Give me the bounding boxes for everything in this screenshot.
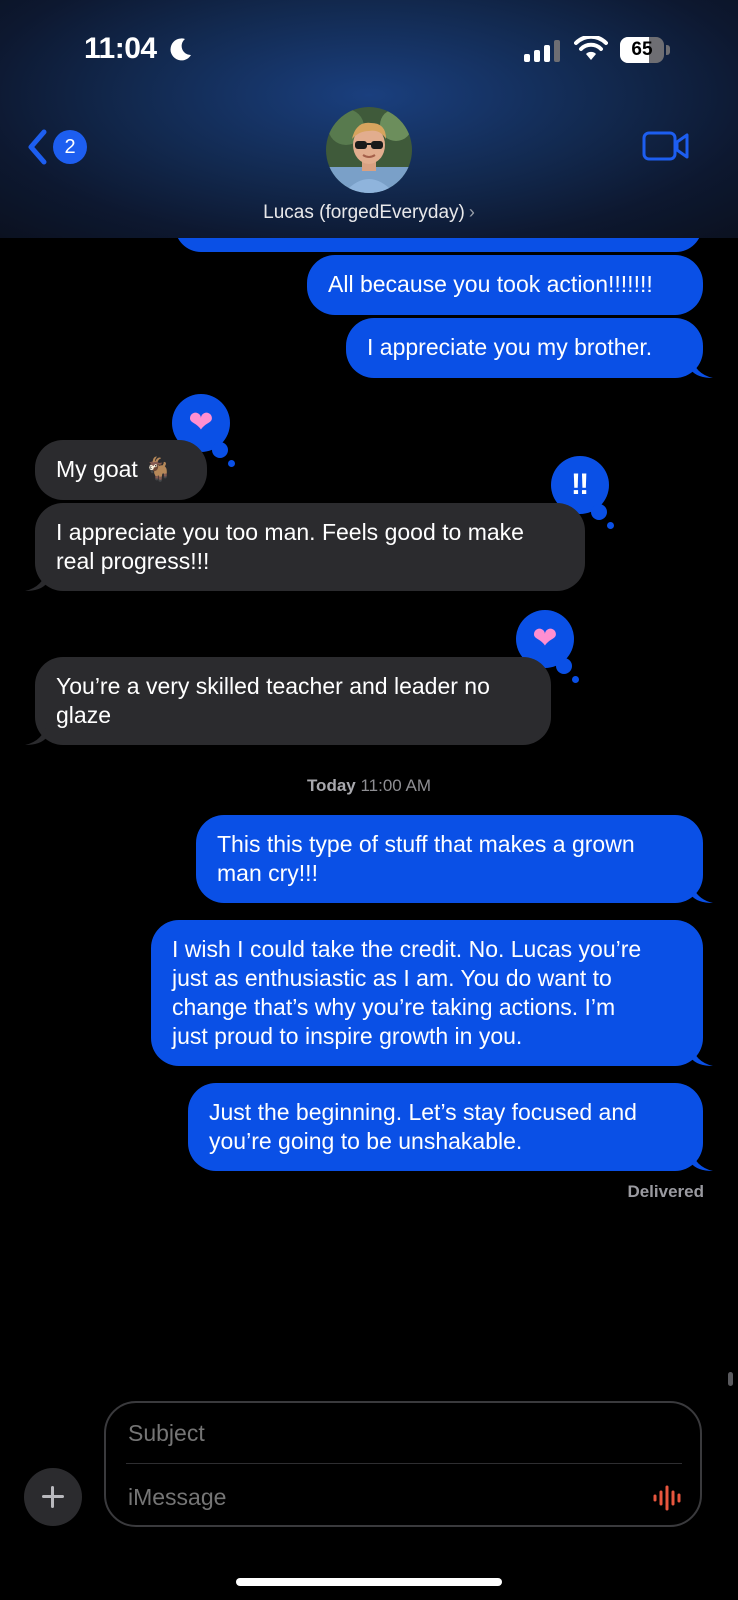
moon-icon xyxy=(170,38,191,61)
bubble-tail xyxy=(691,1149,713,1171)
add-attachment-button[interactable] xyxy=(24,1468,82,1526)
message-text: You’re a very skilled teacher and leader… xyxy=(56,673,490,728)
message-text: I wish I could take the credit. No. Luca… xyxy=(172,936,642,1049)
message-text: Just the beginning. Let’s stay focused a… xyxy=(209,1099,637,1154)
message-text: I appreciate you my brother. xyxy=(367,334,653,360)
unread-count-badge: 2 xyxy=(53,130,87,164)
message-bubble-received[interactable]: My goat 🐐 xyxy=(35,440,207,500)
wifi-icon xyxy=(574,36,608,60)
message-bubble-sent[interactable]: Just the beginning. Let’s stay focused a… xyxy=(188,1083,713,1171)
home-indicator[interactable] xyxy=(236,1578,502,1586)
message-bubble-sent[interactable]: I appreciate you my brother. xyxy=(346,318,713,378)
back-button[interactable]: 2 xyxy=(22,124,92,170)
battery-percentage: 65 xyxy=(631,39,653,60)
message-text: All because you took action!!!!!!! xyxy=(328,271,653,297)
back-chevron-icon xyxy=(28,129,47,165)
message-bubble-sent[interactable]: I wish I could take the credit. No. Luca… xyxy=(151,920,713,1066)
composer-divider xyxy=(126,1463,682,1464)
bubble-tail xyxy=(25,723,47,745)
message-text: My goat 🐐 xyxy=(56,456,173,482)
message-text: I appreciate you too man. Feels good to … xyxy=(56,519,524,574)
conversation-header: 11:04 65 2 Lucas (forgedEveryday) › xyxy=(0,0,738,238)
scroll-indicator[interactable] xyxy=(728,1372,733,1386)
message-timestamp: Today 11:00 AM xyxy=(306,776,432,795)
message-bubble-sent[interactable]: This this type of stuff that makes a gro… xyxy=(196,815,713,903)
message-bubble-received[interactable]: I appreciate you too man. Feels good to … xyxy=(25,503,585,591)
signal-icon xyxy=(524,40,560,62)
message-text: This this type of stuff that makes a gro… xyxy=(217,831,635,886)
video-call-icon[interactable] xyxy=(642,128,690,164)
message-bubble-received[interactable]: You’re a very skilled teacher and leader… xyxy=(25,657,551,745)
status-time: 11:04 xyxy=(84,32,157,65)
message-composer xyxy=(104,1401,702,1527)
contact-avatar[interactable] xyxy=(326,107,412,193)
audio-waveform-icon[interactable] xyxy=(652,1485,684,1511)
battery-icon: 65 xyxy=(620,37,670,63)
bubble-tail xyxy=(25,569,47,591)
bubble-tail xyxy=(691,356,713,378)
message-input[interactable] xyxy=(126,1483,610,1512)
message-bubble-sent[interactable]: All because you took action!!!!!!! xyxy=(307,255,703,315)
contact-name: Lucas (forgedEveryday) xyxy=(263,202,465,223)
contact-chevron-icon: › xyxy=(468,202,475,222)
subject-input[interactable] xyxy=(126,1419,650,1448)
delivery-status: Delivered xyxy=(627,1182,704,1201)
bubble-tail xyxy=(691,881,713,903)
bubble-tail xyxy=(691,1044,713,1066)
contact-name-button[interactable]: Lucas (forgedEveryday) › xyxy=(0,202,738,224)
